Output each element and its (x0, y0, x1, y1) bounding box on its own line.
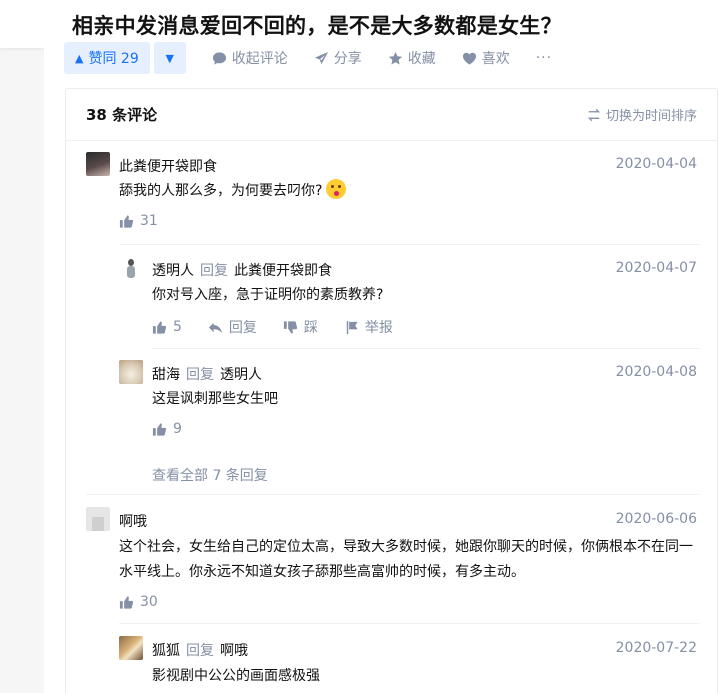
like-button[interactable]: 喜欢 (462, 48, 510, 68)
comment-author[interactable]: 透明人 (152, 263, 194, 279)
like-comment-button[interactable]: 31 (119, 213, 158, 229)
vote-down-button[interactable]: ▼ (153, 42, 186, 74)
swap-icon (587, 108, 601, 121)
triangle-down-icon: ▼ (165, 51, 174, 65)
reply-author-line: 甜海 回复 透明人 (152, 364, 262, 384)
comment-text: 你对号入座，急于证明你的素质教养? (152, 287, 384, 303)
comment-icon (212, 51, 226, 65)
comment-date: 2020-04-04 (615, 156, 697, 172)
dislike-label: 踩 (303, 320, 318, 336)
vote-up-label: 赞同 29 (88, 51, 139, 67)
heart-icon (462, 52, 476, 65)
like-count: 31 (140, 213, 158, 229)
sort-label: 切换为时间排序 (605, 109, 697, 124)
reply-to-author[interactable]: 啊哦 (220, 643, 248, 659)
reply-word: 回复 (186, 643, 214, 659)
thumbs-down-icon (283, 320, 298, 334)
comment-text: 这个社会，女生给自己的定位太高，导致大多数时候，她跟你聊天的时候，你俩根本不在同… (119, 539, 693, 580)
star-icon (388, 51, 402, 64)
share-button[interactable]: 分享 (314, 48, 362, 68)
comment-date: 2020-04-07 (615, 260, 697, 276)
collapse-comments-button[interactable]: 收起评论 (212, 48, 288, 68)
divider (119, 623, 699, 624)
reply-icon (208, 322, 222, 333)
like-comment-button[interactable]: 9 (152, 421, 182, 437)
report-label: 举报 (364, 320, 393, 336)
avatar[interactable] (86, 507, 110, 531)
report-button[interactable]: 举报 (344, 317, 393, 337)
thumbs-up-icon (152, 422, 167, 436)
like-comment-button[interactable]: 30 (119, 594, 158, 610)
divider (86, 494, 699, 495)
comment-text: 影视剧中公公的画面感极强 (152, 668, 320, 684)
avatar[interactable] (119, 256, 143, 280)
like-count: 5 (173, 319, 182, 335)
flag-icon (346, 320, 358, 334)
comment-footer: 31 (119, 213, 184, 229)
comment-text: 舔我的人那么多，为何要去叼你? (119, 179, 347, 204)
comment-footer: 30 (119, 594, 184, 610)
divider (119, 244, 699, 245)
like-count: 9 (173, 421, 182, 437)
vote-up-button[interactable]: ▲ 赞同 29 (64, 42, 150, 74)
answer-actions: ▲ 赞同 29 ▼ 收起评论 分享 收藏 喜欢 ··· (64, 42, 552, 74)
reply-to-author[interactable]: 此粪便开袋即食 (234, 263, 332, 279)
view-all-replies-link[interactable]: 查看全部 7 条回复 (152, 465, 268, 485)
comment-author[interactable]: 甜海 (152, 367, 180, 383)
comment-date: 2020-04-08 (615, 364, 697, 380)
reply-to-author[interactable]: 透明人 (220, 367, 262, 383)
more-icon: ··· (535, 50, 553, 66)
avatar[interactable] (86, 152, 110, 176)
like-comment-button[interactable]: 5 (152, 319, 182, 335)
kiss-emoji-icon (326, 179, 347, 199)
comment-count: 38 条评论 (86, 106, 158, 124)
comment-footer: 5 回复 踩 举报 (152, 317, 419, 337)
comment-date: 2020-07-22 (615, 640, 697, 656)
comment-date: 2020-06-06 (615, 511, 697, 527)
comment-author[interactable]: 此粪便开袋即食 (119, 156, 217, 176)
avatar[interactable] (119, 360, 143, 384)
like-label: 喜欢 (481, 51, 510, 67)
comments-panel: 38 条评论 切换为时间排序 此粪便开袋即食 2020-04-04 舔我的人那么… (65, 88, 718, 693)
more-button[interactable]: ··· (536, 48, 552, 68)
thumbs-up-icon (152, 320, 167, 334)
comment-author[interactable]: 啊哦 (119, 511, 147, 531)
thumbs-up-icon (119, 595, 134, 609)
favorite-label: 收藏 (407, 51, 436, 67)
reply-button[interactable]: 回复 (208, 317, 257, 337)
reply-author-line: 透明人 回复 此粪便开袋即食 (152, 260, 332, 280)
share-label: 分享 (333, 51, 362, 67)
reply-label: 回复 (228, 320, 257, 336)
comment-footer: 9 (152, 421, 208, 437)
avatar[interactable] (119, 636, 143, 660)
like-count: 30 (140, 594, 158, 610)
reply-word: 回复 (200, 263, 228, 279)
sort-toggle-button[interactable]: 切换为时间排序 (587, 105, 697, 124)
comment-text: 这是讽刺那些女生吧 (152, 391, 278, 407)
reply-author-line: 狐狐 回复 啊哦 (152, 640, 248, 660)
divider (152, 348, 699, 349)
dislike-button[interactable]: 踩 (283, 317, 318, 337)
collapse-comments-label: 收起评论 (231, 51, 288, 67)
question-title: 相亲中发消息爱回不回的，是不是大多数都是女生？ (72, 14, 562, 38)
reply-word: 回复 (186, 367, 214, 383)
thumbs-up-icon (119, 214, 134, 228)
share-icon (314, 51, 328, 64)
question-header: 相亲中发消息爱回不回的，是不是大多数都是女生？ (0, 0, 719, 48)
comments-header: 38 条评论 切换为时间排序 (66, 89, 717, 141)
triangle-up-icon: ▲ (75, 51, 84, 65)
comment-author[interactable]: 狐狐 (152, 643, 180, 659)
favorite-button[interactable]: 收藏 (388, 48, 436, 68)
